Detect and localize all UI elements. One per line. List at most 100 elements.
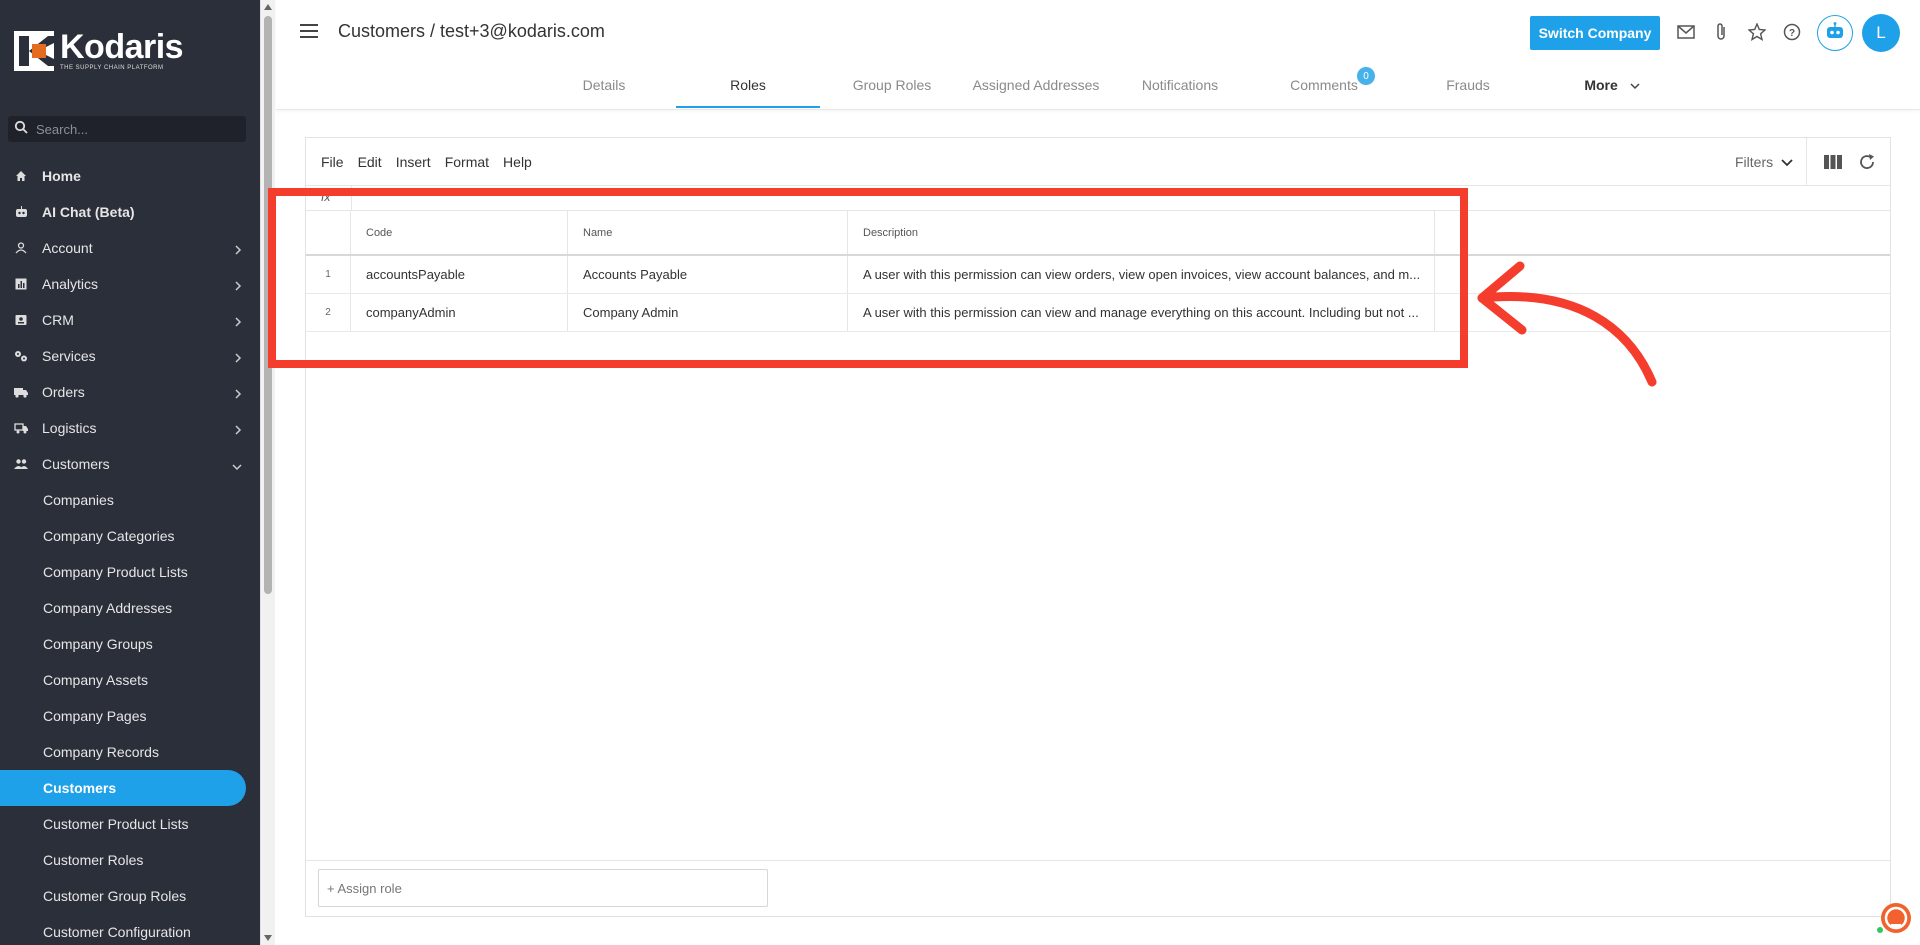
sidebar-item-customer-roles[interactable]: Customer Roles [0,842,260,878]
tab-comments[interactable]: Comments 0 [1252,67,1396,108]
sidebar-item-home[interactable]: Home [0,158,260,194]
sidebar-item-label: CRM [42,312,74,328]
contact-card-icon [14,313,28,327]
sidebar-item-companies[interactable]: Companies [0,482,260,518]
home-icon [14,169,28,183]
sidebar-item-company-groups[interactable]: Company Groups [0,626,260,662]
tab-details[interactable]: Details [532,70,676,108]
tab-frauds[interactable]: Frauds [1396,70,1540,108]
chevron-down-icon [1630,77,1640,93]
annotation-arrow-icon [1477,261,1657,387]
sidebar-item-customer-product-lists[interactable]: Customer Product Lists [0,806,260,842]
robot-icon [1825,21,1845,45]
sidebar-item-ai-chat[interactable]: AI Chat (Beta) [0,194,260,230]
chevron-right-icon [234,278,242,294]
chevron-right-icon [234,350,242,366]
mail-icon[interactable] [1676,22,1696,42]
sidebar-item-company-categories[interactable]: Company Categories [0,518,260,554]
scroll-up-arrow-icon[interactable] [264,4,272,10]
sidebar-item-company-product-lists[interactable]: Company Product Lists [0,554,260,590]
sidebar-item-label: Customers [42,456,110,472]
logo-tagline: THE SUPPLY CHAIN PLATFORM [60,65,164,71]
sidebar-item-label: AI Chat (Beta) [42,204,135,220]
ai-assistant-button[interactable] [1817,15,1853,51]
sidebar-item-company-addresses[interactable]: Company Addresses [0,590,260,626]
columns-icon[interactable] [1824,155,1842,174]
sidebar-item-customers-active[interactable]: Customers [0,770,246,806]
sidebar-item-label: Services [42,348,96,364]
assign-role-button[interactable]: + Assign role [318,869,768,907]
sidebar: Kodaris THE SUPPLY CHAIN PLATFORM Home A… [0,0,260,945]
tab-assigned-addresses[interactable]: Assigned Addresses [964,70,1108,108]
truck-icon [14,385,28,399]
chevron-right-icon [234,422,242,438]
sidebar-item-customer-group-roles[interactable]: Customer Group Roles [0,878,260,914]
menu-edit[interactable]: Edit [358,154,382,170]
tab-notifications[interactable]: Notifications [1108,70,1252,108]
refresh-icon[interactable] [1858,153,1876,176]
chart-icon [14,277,28,291]
sidebar-search [8,116,246,142]
switch-company-button[interactable]: Switch Company [1530,16,1660,50]
hamburger-menu-icon[interactable] [300,24,318,38]
sidebar-item-label: Account [42,240,93,256]
sidebar-scrollbar[interactable] [260,0,275,945]
sidebar-item-company-records[interactable]: Company Records [0,734,260,770]
sidebar-item-company-pages[interactable]: Company Pages [0,698,260,734]
sidebar-item-label: Analytics [42,276,99,292]
chevron-down-icon [1781,154,1793,170]
chevron-right-icon [234,242,242,258]
menu-insert[interactable]: Insert [396,154,431,170]
grid-menubar: File Edit Insert Format Help Filters [306,138,1890,186]
search-input[interactable] [36,121,236,137]
gears-icon [14,349,28,363]
breadcrumb: Customers / test+3@kodaris.com [338,21,605,41]
grid-footer-divider [306,860,1890,861]
sidebar-nav: Home AI Chat (Beta) Account Analytics CR… [0,158,260,945]
tab-more-label: More [1584,77,1618,93]
chevron-down-icon [232,458,242,474]
logo-mark-icon [14,30,54,71]
annotation-highlight-box [268,188,1468,368]
scroll-down-arrow-icon[interactable] [264,935,272,941]
robot-icon [14,205,28,219]
people-icon [14,457,28,471]
app-root: Kodaris THE SUPPLY CHAIN PLATFORM Home A… [0,0,1920,945]
attachment-icon[interactable] [1711,22,1731,42]
sidebar-item-logistics[interactable]: Logistics [0,410,260,446]
tab-group-roles[interactable]: Group Roles [820,70,964,108]
chevron-right-icon [234,386,242,402]
tab-roles[interactable]: Roles [676,70,820,108]
menu-file[interactable]: File [321,154,344,170]
tab-comments-label: Comments [1290,77,1358,93]
avatar[interactable]: L [1862,14,1900,52]
help-icon[interactable]: ? [1782,22,1802,42]
chevron-right-icon [234,314,242,330]
filters-label: Filters [1735,154,1774,170]
tab-more[interactable]: More [1540,70,1684,108]
logo-name: Kodaris [60,28,184,66]
comments-count-badge: 0 [1357,67,1375,85]
sidebar-item-orders[interactable]: Orders [0,374,260,410]
delivery-icon [14,421,28,435]
kodaris-logo[interactable]: Kodaris THE SUPPLY CHAIN PLATFORM [14,28,184,71]
chat-support-icon[interactable] [1876,900,1912,936]
sidebar-item-label: Home [42,168,81,184]
svg-text:?: ? [1789,28,1795,39]
menu-format[interactable]: Format [445,154,489,170]
sidebar-item-customers[interactable]: Customers [0,446,260,482]
menu-help[interactable]: Help [503,154,532,170]
sidebar-item-customer-configuration[interactable]: Customer Configuration [0,914,260,945]
top-header: Customers / test+3@kodaris.com Switch Co… [276,0,1920,110]
sidebar-item-services[interactable]: Services [0,338,260,374]
person-icon [14,241,28,255]
sidebar-item-label: Orders [42,384,85,400]
sidebar-item-account[interactable]: Account [0,230,260,266]
sidebar-item-crm[interactable]: CRM [0,302,260,338]
search-icon [14,120,28,139]
filters-dropdown[interactable]: Filters [1735,154,1793,170]
star-icon[interactable] [1747,22,1767,42]
sidebar-item-company-assets[interactable]: Company Assets [0,662,260,698]
tab-bar: Details Roles Group Roles Assigned Addre… [532,67,1684,108]
sidebar-item-analytics[interactable]: Analytics [0,266,260,302]
